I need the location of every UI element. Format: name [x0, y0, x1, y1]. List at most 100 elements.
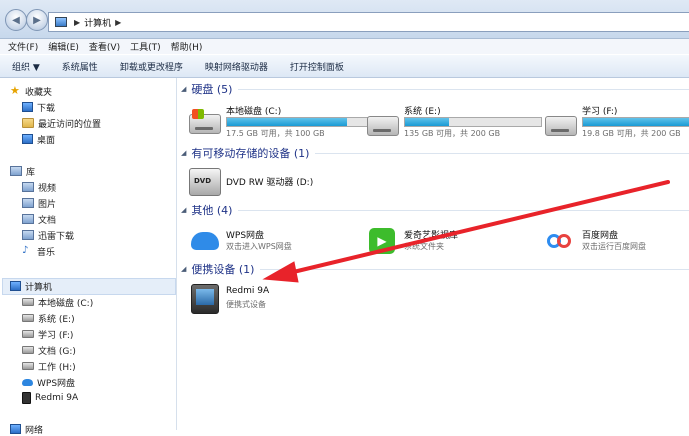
command-toolbar: 组织 ▼ 系统属性 卸载或更改程序 映射网络驱动器 打开控制面板: [0, 55, 689, 78]
group-title: 其他 (4): [191, 204, 233, 217]
device-type: 便携式设备: [226, 300, 266, 309]
document-library-icon: [22, 214, 34, 224]
sidebar-item-videos[interactable]: 视频: [22, 180, 56, 194]
uninstall-program-button[interactable]: 卸载或更改程序: [120, 60, 183, 73]
chevron-right-icon[interactable]: ▶: [115, 18, 121, 27]
group-header-portable[interactable]: ◢ 便携设备 (1): [181, 262, 689, 276]
group-title: 有可移动存储的设备 (1): [191, 147, 310, 160]
sidebar-item-label: 系统 (E:): [38, 314, 75, 325]
system-properties-button[interactable]: 系统属性: [62, 60, 98, 73]
navigation-pane: ★ 收藏夹 下载 最近访问的位置 桌面 库 视频 图片 文档 迅雷下载 ♪ 音乐…: [0, 78, 177, 436]
group-divider: [238, 209, 689, 211]
item-name: 百度网盘: [582, 231, 619, 241]
menu-bar: 文件(F) 编辑(E) 查看(V) 工具(T) 帮助(H): [0, 39, 689, 54]
device-name: Redmi 9A: [226, 286, 270, 296]
sidebar-item-label: 学习 (F:): [38, 330, 74, 341]
drive-free-space: 19.8 GB 可用，共 200 GB: [582, 129, 681, 138]
drive-e-tile[interactable]: 系统 (E:) 135 GB 可用，共 200 GB: [367, 104, 542, 140]
sidebar-item-music[interactable]: ♪ 音乐: [22, 244, 55, 258]
sidebar-network[interactable]: 网络: [10, 422, 43, 436]
sidebar-item-drive-g[interactable]: 文档 (G:): [22, 343, 76, 357]
item-description: 双击进入WPS网盘: [226, 242, 292, 251]
sidebar-item-desktop[interactable]: 桌面: [22, 132, 55, 146]
menu-tools[interactable]: 工具(T): [130, 40, 161, 53]
menu-edit[interactable]: 编辑(E): [48, 40, 79, 53]
sidebar-item-documents[interactable]: 文档: [22, 212, 56, 226]
picture-library-icon: [22, 198, 34, 208]
sidebar-item-redmi[interactable]: Redmi 9A: [22, 391, 78, 405]
sidebar-item-drive-c[interactable]: 本地磁盘 (C:): [22, 295, 93, 309]
group-title: 便携设备 (1): [191, 263, 255, 276]
music-note-icon: ♪: [22, 245, 29, 256]
sidebar-item-drive-h[interactable]: 工作 (H:): [22, 359, 76, 373]
wps-drive-tile[interactable]: WPS网盘 双击进入WPS网盘: [189, 224, 359, 260]
sidebar-item-recent[interactable]: 最近访问的位置: [22, 116, 101, 130]
drive-name: 系统 (E:): [404, 107, 441, 117]
group-divider: [315, 152, 689, 154]
group-header-other[interactable]: ◢ 其他 (4): [181, 203, 689, 217]
sidebar-item-label: 本地磁盘 (C:): [38, 298, 94, 309]
item-description: 双击运行百度网盘: [582, 242, 646, 251]
collapse-triangle-icon[interactable]: ◢: [181, 206, 186, 214]
sidebar-computer[interactable]: 计算机: [10, 279, 52, 293]
sidebar-item-label: 迅雷下载: [38, 231, 75, 242]
sidebar-item-label: 桌面: [37, 135, 56, 146]
drive-usage-bar: [226, 117, 374, 127]
back-button[interactable]: ◀: [5, 9, 27, 31]
map-network-drive-button[interactable]: 映射网络驱动器: [205, 60, 268, 73]
sidebar-item-drive-f[interactable]: 学习 (F:): [22, 327, 73, 341]
drive-usage-fill: [583, 118, 689, 126]
drive-name: 学习 (F:): [582, 107, 618, 117]
drive-f-tile[interactable]: 学习 (F:) 19.8 GB 可用，共 200 GB: [545, 104, 689, 140]
drive-usage-bar: [404, 117, 542, 127]
group-divider: [260, 268, 689, 270]
sidebar-item-downloads[interactable]: 下载: [22, 100, 55, 114]
sidebar-item-label: 工作 (H:): [38, 362, 76, 373]
group-header-hard-drives[interactable]: ◢ 硬盘 (5): [181, 82, 689, 96]
dvd-label: DVD: [194, 177, 212, 185]
sidebar-item-drive-e[interactable]: 系统 (E:): [22, 311, 75, 325]
collapse-triangle-icon[interactable]: ◢: [181, 149, 186, 157]
breadcrumb-computer[interactable]: 计算机: [84, 16, 111, 29]
open-control-panel-button[interactable]: 打开控制面板: [290, 60, 344, 73]
sidebar-item-pictures[interactable]: 图片: [22, 196, 56, 210]
baidu-drive-tile[interactable]: 百度网盘 双击运行百度网盘: [545, 224, 689, 260]
sidebar-item-thunder-downloads[interactable]: 迅雷下载: [22, 228, 74, 242]
drive-usage-fill: [227, 118, 348, 126]
collapse-triangle-icon[interactable]: ◢: [181, 265, 186, 273]
sidebar-network-label: 网络: [25, 425, 44, 436]
drive-icon: [545, 116, 577, 136]
sidebar-favorites[interactable]: ★ 收藏夹: [10, 84, 52, 98]
menu-file[interactable]: 文件(F): [8, 40, 38, 53]
drive-usage-fill: [405, 118, 450, 126]
drive-icon: [367, 116, 399, 136]
sidebar-item-label: 下载: [37, 103, 56, 114]
sidebar-libraries[interactable]: 库: [10, 164, 35, 178]
organize-button[interactable]: 组织 ▼: [12, 60, 40, 73]
dvd-drive-tile[interactable]: DVD DVD RW 驱动器 (D:): [189, 166, 389, 198]
drive-icon: [22, 346, 34, 354]
computer-icon: [55, 17, 67, 27]
cloud-icon: [22, 378, 33, 386]
network-icon: [10, 424, 21, 434]
windows-drive-icon: [189, 109, 221, 134]
collapse-triangle-icon[interactable]: ◢: [181, 85, 186, 93]
arrow-left-icon: ◀: [12, 14, 20, 26]
group-header-removable[interactable]: ◢ 有可移动存储的设备 (1): [181, 146, 689, 160]
dvd-drive-icon: DVD: [189, 168, 221, 196]
address-field[interactable]: ▶ 计算机 ▶: [48, 12, 689, 32]
drive-c-tile[interactable]: 本地磁盘 (C:) 17.5 GB 可用，共 100 GB: [189, 104, 389, 140]
sidebar-item-label: 视频: [38, 183, 57, 194]
iqiyi-library-tile[interactable]: ▶ 爱奇艺影视库 系统文件夹: [367, 224, 537, 260]
menu-view[interactable]: 查看(V): [89, 40, 120, 53]
drive-name: 本地磁盘 (C:): [226, 107, 282, 117]
star-icon: ★: [10, 84, 20, 97]
content-pane: ◢ 硬盘 (5) 本地磁盘 (C:) 17.5 GB 可用，共 100 GB 系…: [177, 78, 689, 430]
forward-button[interactable]: ▶: [26, 9, 48, 31]
redmi-device-tile[interactable]: Redmi 9A 便携式设备: [189, 282, 389, 316]
sidebar-item-wps-drive[interactable]: WPS网盘: [22, 375, 75, 389]
library-icon: [10, 166, 22, 176]
recent-places-icon: [22, 118, 34, 128]
menu-help[interactable]: 帮助(H): [171, 40, 203, 53]
sidebar-item-label: 文档 (G:): [38, 346, 76, 357]
